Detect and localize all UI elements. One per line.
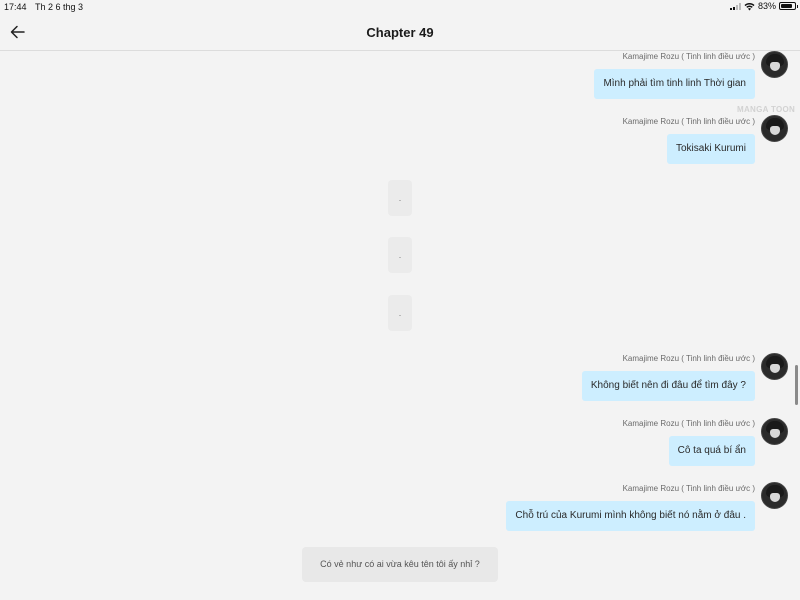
battery-icon — [779, 2, 798, 10]
speaker-name: Kamajime Rozu ( Tinh linh điều ước ) — [622, 52, 755, 61]
speaker-name: Kamajime Rozu ( Tinh linh điều ước ) — [622, 117, 755, 126]
watermark-logo: MANGA TOON — [737, 105, 796, 114]
signal-icon — [729, 2, 741, 10]
ellipsis-bubble: . — [388, 180, 412, 216]
speaker-name: Kamajime Rozu ( Tinh linh điều ước ) — [622, 484, 755, 493]
speaker-name: Kamajime Rozu ( Tinh linh điều ước ) — [622, 354, 755, 363]
wifi-icon — [744, 2, 755, 10]
message-bubble: Chỗ trú của Kurumi mình không biết nó nằ… — [506, 501, 755, 531]
message-bubble: Mình phải tìm tinh linh Thời gian — [594, 69, 755, 99]
ellipsis-bubble: . — [388, 295, 412, 331]
status-time: 17:44 — [4, 2, 27, 12]
narration-bubble: Có vẻ như có ai vừa kêu tên tôi ấy nhỉ ? — [302, 547, 498, 582]
character-avatar[interactable] — [761, 482, 788, 509]
battery-fill — [781, 4, 792, 8]
status-date: Th 2 6 thg 3 — [35, 2, 84, 12]
status-bar: 17:44 Th 2 6 thg 3 83% — [0, 0, 800, 14]
battery-percent: 83% — [757, 1, 776, 11]
ellipsis-bubble: . — [388, 237, 412, 273]
message-bubble: Cô ta quá bí ẩn — [668, 436, 755, 466]
message-bubble: Không biết nên đi đâu để tìm đây ? — [581, 371, 755, 401]
scrollbar-thumb[interactable] — [795, 365, 798, 405]
chapter-title: Chapter 49 — [366, 25, 434, 40]
message-bubble: Tokisaki Kurumi — [666, 134, 755, 164]
character-avatar[interactable] — [761, 115, 788, 142]
character-avatar[interactable] — [761, 51, 788, 78]
character-avatar[interactable] — [761, 418, 788, 445]
top-navigation-bar: Chapter 49 — [0, 14, 800, 51]
chat-reader-screen: 17:44 Th 2 6 thg 3 83% Chapter 49 MANGA … — [0, 0, 800, 600]
speaker-name: Kamajime Rozu ( Tinh linh điều ước ) — [622, 419, 755, 428]
status-indicators: 83% — [729, 1, 798, 11]
character-avatar[interactable] — [761, 353, 788, 380]
